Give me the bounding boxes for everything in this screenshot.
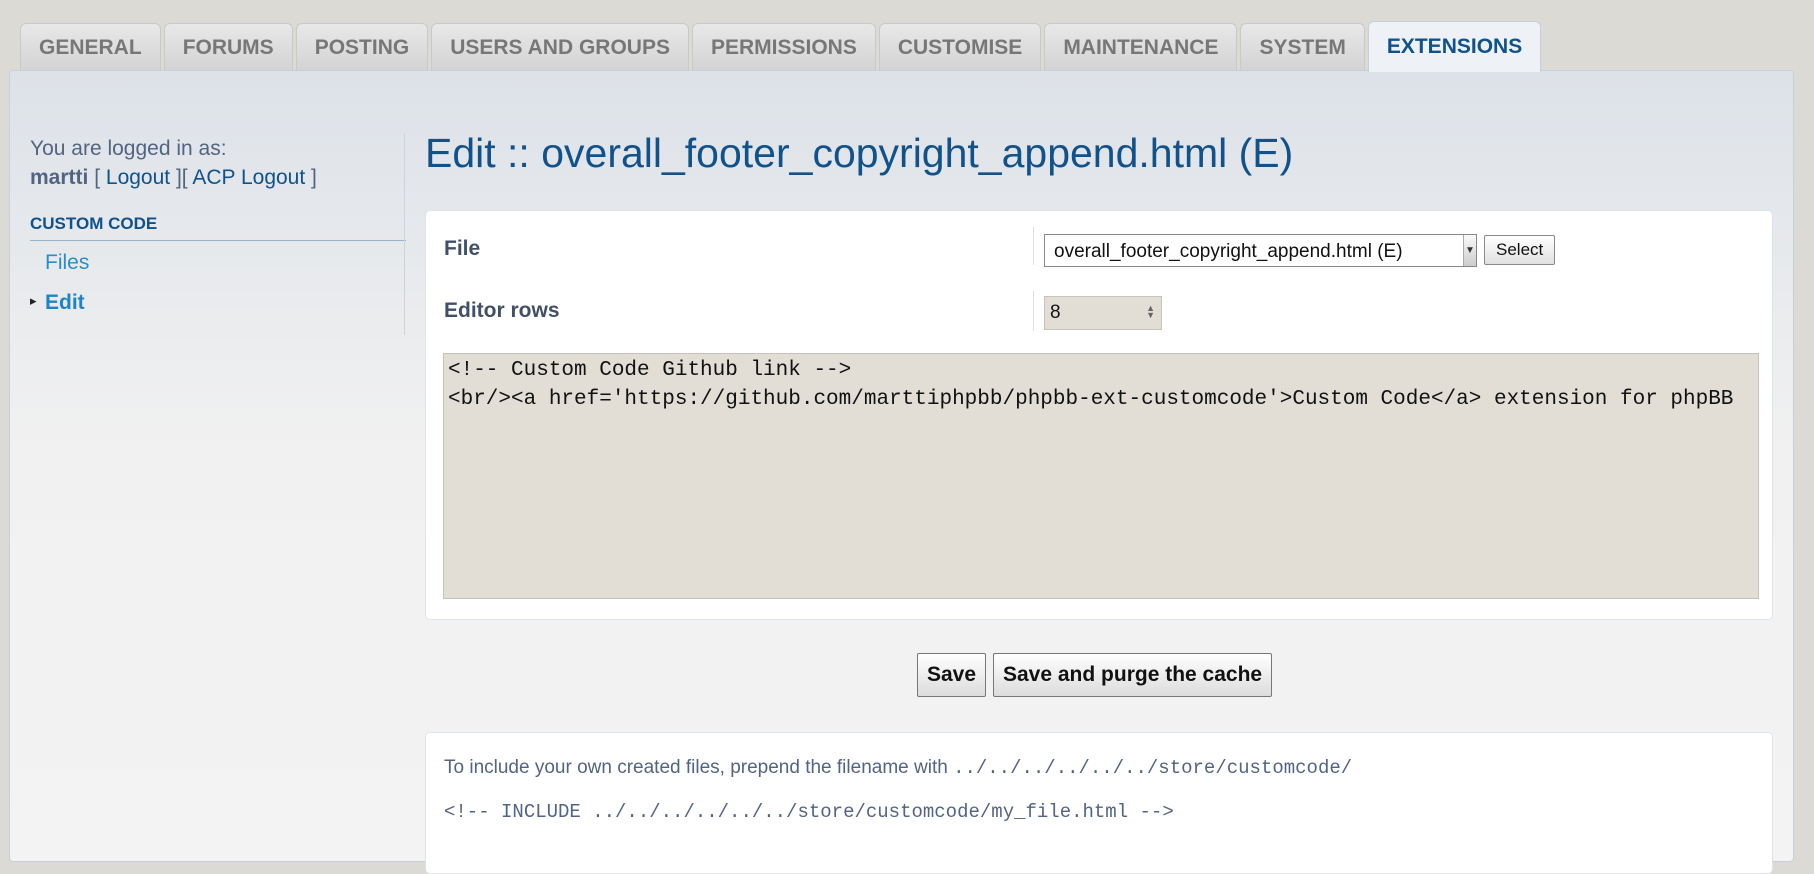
help-example: <!-- INCLUDE ../../../../../../store/cus… bbox=[444, 801, 1174, 823]
logged-in-label: You are logged in as: bbox=[30, 137, 227, 160]
tab-customise[interactable]: CUSTOMISE bbox=[878, 23, 1042, 71]
editor-rows-value: 8 bbox=[1050, 302, 1061, 323]
tab-extensions[interactable]: EXTENSIONS bbox=[1367, 21, 1542, 72]
active-arrow-icon: ▸ bbox=[30, 293, 37, 308]
logout-link[interactable]: Logout bbox=[106, 166, 170, 189]
tab-permissions[interactable]: PERMISSIONS bbox=[691, 23, 876, 71]
sidebar-divider bbox=[404, 133, 405, 335]
tab-forums[interactable]: FORUMS bbox=[163, 23, 293, 71]
editor-rows-input[interactable]: 8 ▲ ▼ bbox=[1044, 296, 1162, 330]
save-button[interactable]: Save bbox=[917, 653, 987, 697]
file-label: File bbox=[444, 237, 481, 260]
tab-posting[interactable]: POSTING bbox=[295, 23, 429, 71]
sidebar-item-edit: ▸ Edit bbox=[30, 275, 406, 315]
sidebar-item-files: Files bbox=[30, 241, 406, 275]
editor-rows-separator bbox=[1033, 291, 1034, 331]
chevron-down-icon: ▼ bbox=[1463, 235, 1476, 266]
sidebar-item-files-link[interactable]: Files bbox=[45, 251, 89, 274]
page-title: Edit :: overall_footer_copyright_append.… bbox=[425, 130, 1294, 176]
sidebar-section-header: CUSTOM CODE bbox=[30, 214, 406, 241]
tab-maintenance[interactable]: MAINTENANCE bbox=[1044, 23, 1238, 71]
username: martti bbox=[30, 166, 89, 189]
save-and-purge-button[interactable]: Save and purge the cache bbox=[993, 653, 1273, 697]
tab-system[interactable]: SYSTEM bbox=[1240, 23, 1365, 71]
main-tabs: GENERAL FORUMS POSTING USERS AND GROUPS … bbox=[20, 21, 1542, 72]
file-select-value: overall_footer_copyright_append.html (E) bbox=[1054, 241, 1403, 262]
help-text: To include your own created files, prepe… bbox=[444, 757, 1352, 779]
acp-logout-link[interactable]: ACP Logout bbox=[192, 166, 305, 189]
select-button[interactable]: Select bbox=[1484, 235, 1556, 265]
login-line: martti [ Logout ][ ACP Logout ] bbox=[30, 163, 406, 192]
tab-users-and-groups[interactable]: USERS AND GROUPS bbox=[431, 23, 689, 71]
bracket-open: [ bbox=[94, 166, 101, 189]
login-info: You are logged in as: martti [ Logout ][… bbox=[30, 134, 406, 192]
sidebar-menu: You are logged in as: martti [ Logout ][… bbox=[30, 134, 406, 315]
bracket-close: ] bbox=[311, 166, 317, 189]
help-text-label: To include your own created files, prepe… bbox=[444, 757, 954, 778]
edit-form: File overall_footer_copyright_append.htm… bbox=[425, 210, 1773, 620]
file-select[interactable]: overall_footer_copyright_append.html (E)… bbox=[1044, 234, 1477, 267]
code-editor[interactable]: <!-- Custom Code Github link --> <br/><a… bbox=[443, 353, 1759, 599]
file-field-separator bbox=[1033, 227, 1034, 265]
spinner-icon[interactable]: ▲ ▼ bbox=[1146, 304, 1155, 320]
help-box: To include your own created files, prepe… bbox=[425, 732, 1773, 874]
editor-rows-label: Editor rows bbox=[444, 299, 560, 322]
bracket-mid: ][ bbox=[175, 166, 188, 189]
sidebar-item-edit-link[interactable]: Edit bbox=[45, 291, 85, 314]
tab-general[interactable]: GENERAL bbox=[20, 23, 161, 71]
help-path: ../../../../../../store/customcode/ bbox=[953, 757, 1353, 779]
